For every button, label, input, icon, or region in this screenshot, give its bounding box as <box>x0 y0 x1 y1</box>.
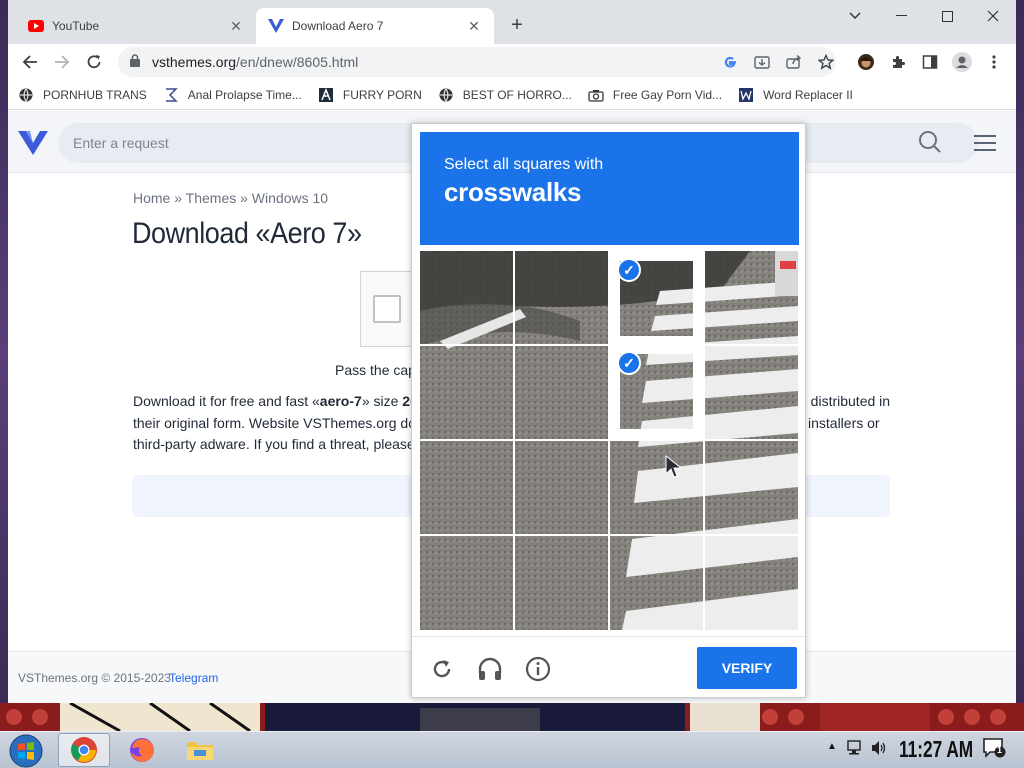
bookmark-item[interactable]: Word Replacer II <box>738 87 853 103</box>
search-icon[interactable] <box>918 130 946 158</box>
show-hidden-icons-icon[interactable]: ▲ <box>827 741 837 752</box>
tab-search-button[interactable] <box>832 0 878 32</box>
notification-count: 1 <box>997 745 1003 755</box>
checkmark-icon: ✓ <box>617 351 641 375</box>
challenge-footer: VERIFY <box>412 636 805 698</box>
windows-taskbar: ▲ 11:27 AM 1 <box>0 731 1024 768</box>
extension-icon <box>738 87 754 103</box>
taskbar-firefox-icon[interactable] <box>116 733 168 767</box>
camera-icon <box>588 87 604 103</box>
taskbar-file-explorer-icon[interactable] <box>174 733 226 767</box>
close-tab-icon[interactable]: ✕ <box>226 16 246 36</box>
tab-youtube[interactable]: YouTube ✕ <box>16 8 256 44</box>
close-tab-icon[interactable]: ✕ <box>464 16 484 36</box>
mouse-cursor-icon <box>665 454 685 484</box>
system-clock[interactable]: 11:27 AM <box>899 736 973 763</box>
desktop-wallpaper-right <box>1016 0 1024 708</box>
globe-icon <box>18 87 34 103</box>
reload-button[interactable] <box>80 48 108 76</box>
recaptcha-challenge: Select all squares with crosswalks ✓ ✓ V… <box>411 123 806 698</box>
url-text: vsthemes.org/en/dnew/8605.html <box>152 54 359 70</box>
forward-button[interactable] <box>48 48 76 76</box>
challenge-instruction: Select all squares with <box>444 156 604 173</box>
profile-icon[interactable] <box>950 50 974 74</box>
youtube-icon <box>28 18 44 34</box>
side-panel-icon[interactable] <box>918 50 942 74</box>
google-icon[interactable] <box>718 50 742 74</box>
info-icon[interactable] <box>524 655 552 683</box>
grid-tile-selected[interactable]: ✓ <box>610 346 703 439</box>
sigma-icon <box>163 87 179 103</box>
share-icon[interactable] <box>782 50 806 74</box>
challenge-target: crosswalks <box>444 177 582 207</box>
desktop-wallpaper-strip <box>0 703 1024 731</box>
reload-challenge-icon[interactable] <box>428 655 456 683</box>
globe-icon <box>438 87 454 103</box>
audio-challenge-icon[interactable] <box>476 655 504 683</box>
lock-icon <box>130 54 144 70</box>
pass-captcha-text: Pass the capt <box>335 362 420 378</box>
page-title: Download «Aero 7» <box>132 217 362 250</box>
vsthemes-icon <box>268 18 284 34</box>
vsthemes-logo-icon[interactable] <box>18 129 48 155</box>
notification-icon[interactable]: 1 <box>982 737 1006 762</box>
recaptcha-checkbox[interactable] <box>373 295 401 323</box>
bookmark-item[interactable]: FURRY PORN <box>318 87 422 103</box>
copyright-text: VSThemes.org © 2015-2023 <box>18 671 171 685</box>
checkmark-icon: ✓ <box>617 258 641 282</box>
close-window-button[interactable] <box>970 0 1016 32</box>
tab-title: Download Aero 7 <box>292 19 384 33</box>
minimize-button[interactable] <box>878 0 924 32</box>
taskbar-chrome-icon[interactable] <box>58 733 110 767</box>
extensions-puzzle-icon[interactable] <box>886 50 910 74</box>
bookmark-item[interactable]: PORNHUB TRANS <box>18 87 147 103</box>
volume-icon[interactable] <box>870 739 888 760</box>
maximize-button[interactable] <box>924 0 970 32</box>
extension-avatar-icon[interactable] <box>854 50 878 74</box>
bookmark-item[interactable]: Free Gay Porn Vid... <box>588 87 722 103</box>
tab-strip: YouTube ✕ Download Aero 7 ✕ + <box>8 0 1016 44</box>
challenge-image-grid: ✓ ✓ <box>420 251 798 630</box>
bookmark-item[interactable]: Anal Prolapse Time... <box>163 87 302 103</box>
tab-title: YouTube <box>52 19 100 33</box>
install-app-icon[interactable] <box>750 50 774 74</box>
verify-button[interactable]: VERIFY <box>697 647 797 689</box>
bookmark-item[interactable]: BEST OF HORRO... <box>438 87 572 103</box>
hamburger-menu-icon[interactable] <box>974 135 996 153</box>
bookmarks-bar: PORNHUB TRANS Anal Prolapse Time... FURR… <box>8 80 1016 110</box>
menu-kebab-icon[interactable] <box>982 50 1006 74</box>
lambda-icon <box>318 87 334 103</box>
back-button[interactable] <box>16 48 44 76</box>
breadcrumb[interactable]: Home » Themes » Windows 10 <box>133 190 328 206</box>
bookmark-star-icon[interactable] <box>814 50 838 74</box>
start-button[interactable] <box>8 733 44 768</box>
browser-toolbar: vsthemes.org/en/dnew/8605.html <box>8 44 1016 80</box>
network-icon[interactable] <box>846 739 864 760</box>
grid-tile-selected[interactable]: ✓ <box>610 251 703 344</box>
tab-download-aero[interactable]: Download Aero 7 ✕ <box>256 8 494 44</box>
telegram-link[interactable]: Telegram <box>169 671 218 685</box>
new-tab-button[interactable]: + <box>504 12 530 38</box>
challenge-header: Select all squares with crosswalks <box>420 132 799 245</box>
desktop-wallpaper-left <box>0 0 8 708</box>
